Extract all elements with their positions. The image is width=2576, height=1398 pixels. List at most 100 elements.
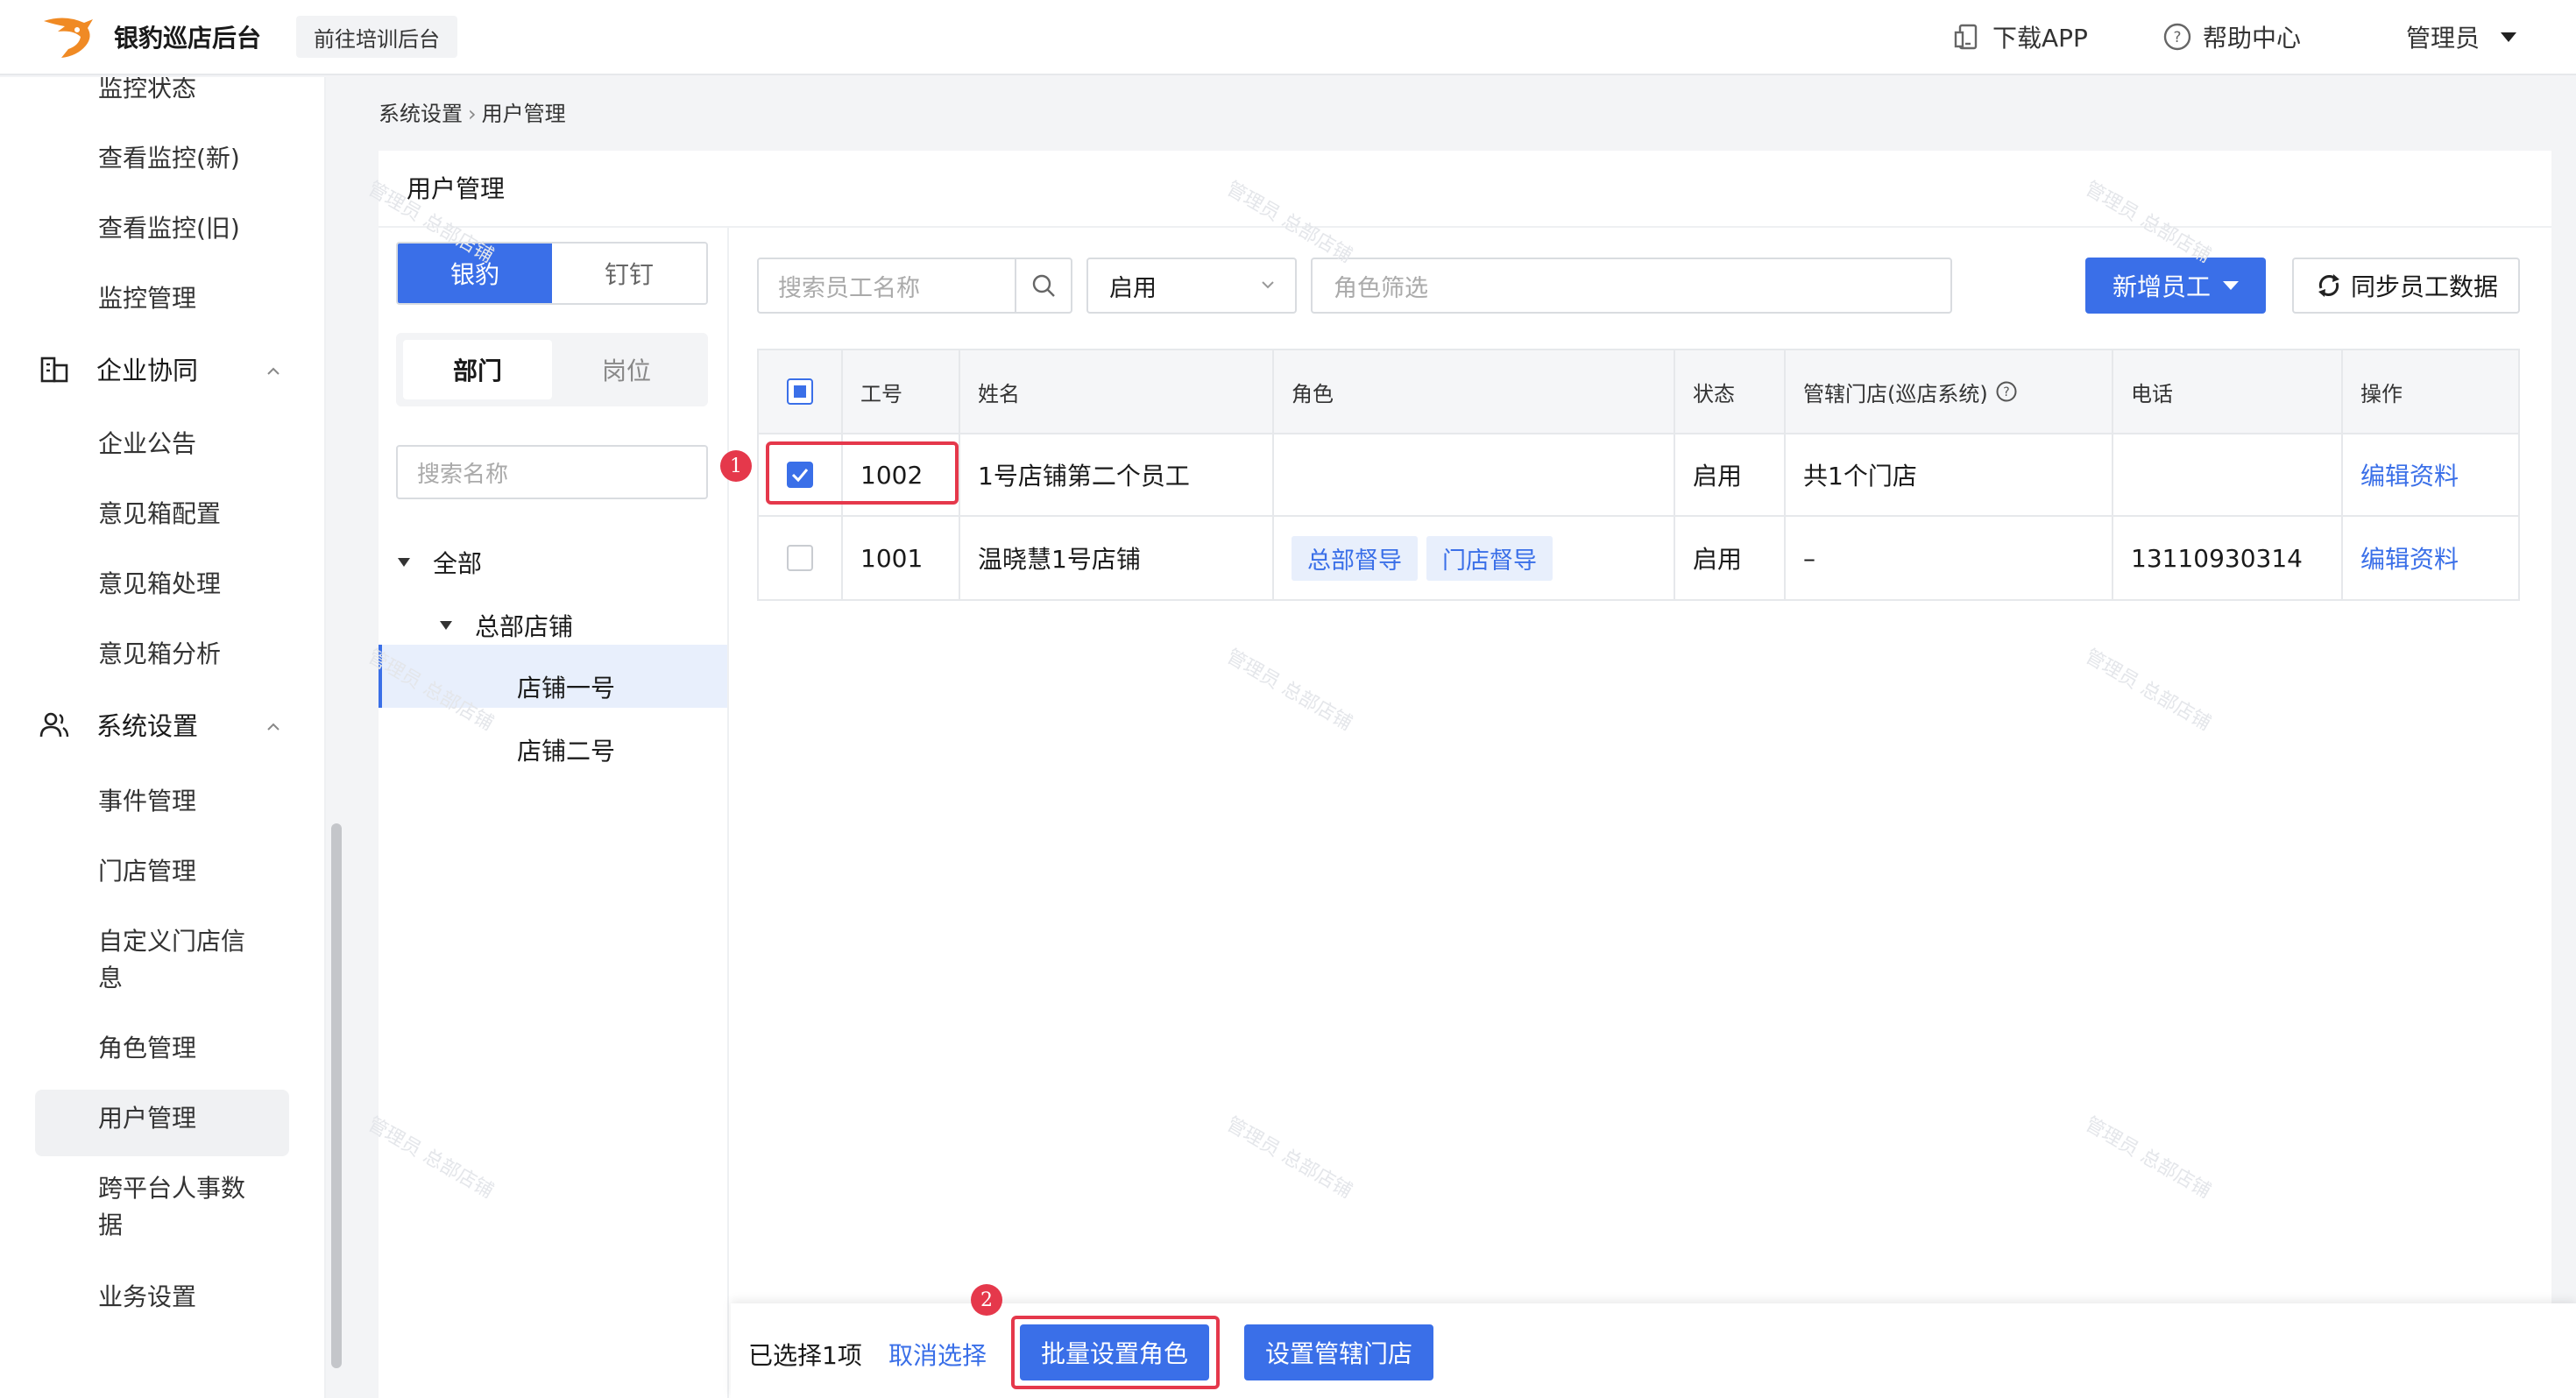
table-row: 1001 温晓慧1号店铺 总部督导 门店督导 启用 – 13110930314 … xyxy=(759,517,2518,599)
column-header-stores: 管辖门店(巡店系统) ? xyxy=(1786,350,2113,433)
caret-down-icon xyxy=(398,558,410,567)
column-header: 电话 xyxy=(2113,350,2343,433)
staff-id: 1001 xyxy=(843,517,960,599)
user-name: 管理员 xyxy=(2406,24,2480,53)
staff-roles: 总部督导 门店督导 xyxy=(1274,517,1675,599)
tree-node-store1[interactable]: 店铺一号 xyxy=(517,669,615,704)
staff-stores: 共1个门店 xyxy=(1786,434,2113,515)
chevron-up-icon[interactable] xyxy=(265,363,282,380)
bulk-action-bar: 已选择1项 取消选择 批量设置角色 设置管辖门店 2 xyxy=(731,1284,2576,1398)
staff-stores: – xyxy=(1786,517,2113,599)
column-header: 姓名 xyxy=(960,350,1274,433)
breadcrumb-separator: › xyxy=(468,102,477,126)
caret-down-icon xyxy=(2223,281,2239,290)
svg-text:?: ? xyxy=(2003,385,2009,399)
sync-icon xyxy=(2318,274,2339,297)
svg-text:?: ? xyxy=(2173,29,2181,46)
table-row: 1002 1号店铺第二个员工 启用 共1个门店 编辑资料 xyxy=(759,434,2518,517)
brand-name: 银豹巡店后台 xyxy=(114,24,262,53)
source-switch: 银豹 钉钉 xyxy=(396,242,708,305)
help-center-link[interactable]: ? 帮助中心 xyxy=(2162,19,2301,54)
breadcrumb-current: 用户管理 xyxy=(481,102,566,126)
sidebar-item-custom-store-info[interactable]: 自定义门店信息 xyxy=(98,923,265,997)
sidebar-group-collab-label: 企业协同 xyxy=(96,356,199,385)
table-header: 工号 姓名 角色 状态 管辖门店(巡店系统) ? 电话 操作 xyxy=(759,350,2518,434)
breadcrumb-parent[interactable]: 系统设置 xyxy=(379,102,463,126)
sidebar-item-user-manage[interactable]: 用户管理 xyxy=(98,1100,196,1137)
help-circle-icon: ? xyxy=(2163,23,2191,51)
sidebar-item-role-manage[interactable]: 角色管理 xyxy=(98,1030,196,1067)
top-header: 银豹巡店后台 前往培训后台 下载APP ? 帮助中心 管理员 xyxy=(0,0,2576,75)
row-checkbox[interactable] xyxy=(787,545,813,571)
sidebar-item-store-manage[interactable]: 门店管理 xyxy=(98,853,196,890)
building-icon xyxy=(40,357,68,383)
column-header: 操作 xyxy=(2360,381,2403,406)
caret-down-icon xyxy=(2501,32,2517,42)
sidebar-item-event-manage[interactable]: 事件管理 xyxy=(98,783,196,820)
main-card: 用户管理 银豹 钉钉 部门 岗位 搜索名称 全部 总部店铺 店铺一号 店铺二号 … xyxy=(379,151,2551,1398)
dept-post-tabs: 部门 岗位 xyxy=(396,333,708,406)
sidebar-item-view-monitor-new[interactable]: 查看监控(新) xyxy=(98,140,240,177)
annotation-highlight-1 xyxy=(766,441,959,505)
staff-search-input[interactable]: 搜索员工名称 xyxy=(759,259,1015,312)
sidebar-item-monitor-status[interactable]: 监控状态 xyxy=(98,77,196,107)
sidebar-item-announcement[interactable]: 企业公告 xyxy=(98,426,196,462)
tab-department[interactable]: 部门 xyxy=(403,340,552,399)
staff-phone: 13110930314 xyxy=(2113,517,2343,599)
search-button[interactable] xyxy=(1015,259,1071,312)
role-filter-input[interactable]: 角色筛选 xyxy=(1311,258,1952,314)
sidebar-item-suggestion-config[interactable]: 意见箱配置 xyxy=(98,496,221,533)
sidebar-scrollbar[interactable] xyxy=(331,823,342,1368)
tab-post[interactable]: 岗位 xyxy=(552,340,701,399)
sidebar-group-collab[interactable]: 企业协同 xyxy=(39,350,198,387)
sidebar: 监控状态 查看监控(新) 查看监控(旧) 监控管理 企业协同 企业公告 意见箱配… xyxy=(0,77,326,1398)
column-header: 工号 xyxy=(843,350,960,433)
caret-down-icon xyxy=(440,621,452,630)
cancel-selection-link[interactable]: 取消选择 xyxy=(888,1337,987,1372)
source-dingtalk-tab[interactable]: 钉钉 xyxy=(552,244,706,303)
sidebar-item-suggestion-analysis[interactable]: 意见箱分析 xyxy=(98,636,221,673)
edit-profile-label: 编辑资料 xyxy=(2360,462,2459,491)
sidebar-group-settings[interactable]: 系统设置 xyxy=(39,706,198,743)
brand-logo-icon xyxy=(44,18,93,59)
column-header: 状态 xyxy=(1675,350,1786,433)
help-circle-icon[interactable]: ? xyxy=(1995,380,2018,403)
tree-node-label: 全部 xyxy=(433,549,483,578)
phone-icon xyxy=(1954,24,1978,50)
staff-phone xyxy=(2113,434,2343,515)
column-header: 角色 xyxy=(1274,350,1675,433)
set-managed-stores-button[interactable]: 设置管辖门店 xyxy=(1244,1324,1433,1380)
sidebar-item-suggestion-handle[interactable]: 意见箱处理 xyxy=(98,566,221,603)
breadcrumb: 系统设置 › 用户管理 xyxy=(379,96,566,127)
download-app-link[interactable]: 下载APP xyxy=(1952,19,2088,54)
sidebar-item-monitor-manage[interactable]: 监控管理 xyxy=(98,280,196,317)
staff-roles xyxy=(1274,434,1675,515)
training-backend-button[interactable]: 前往培训后台 xyxy=(296,16,457,58)
select-all-checkbox[interactable] xyxy=(787,378,813,405)
status-select[interactable]: 启用 xyxy=(1086,258,1297,314)
source-yinbao-tab[interactable]: 银豹 xyxy=(398,244,552,303)
tree-node-store2[interactable]: 店铺二号 xyxy=(517,732,615,767)
sidebar-item-view-monitor-old[interactable]: 查看监控(旧) xyxy=(98,210,240,247)
users-icon xyxy=(39,712,69,738)
annotation-badge-2: 2 xyxy=(971,1284,1002,1316)
tree-node-hq[interactable]: 总部店铺 xyxy=(440,608,573,643)
edit-profile-link[interactable]: 编辑资料 xyxy=(2343,434,2522,515)
sidebar-item-cross-platform-hr[interactable]: 跨平台人事数据 xyxy=(98,1170,265,1244)
chevron-up-icon[interactable] xyxy=(265,718,282,736)
annotation-highlight-2 xyxy=(1011,1316,1220,1389)
edit-profile-link[interactable]: 编辑资料 xyxy=(2343,517,2522,599)
dept-search-input[interactable]: 搜索名称 xyxy=(396,445,708,499)
status-select-value: 启用 xyxy=(1109,274,1157,302)
sidebar-item-business-settings[interactable]: 业务设置 xyxy=(98,1279,196,1316)
row-select-cell xyxy=(759,517,843,599)
sync-staff-button[interactable]: 同步员工数据 xyxy=(2292,258,2520,314)
staff-status: 启用 xyxy=(1675,517,1786,599)
annotation-badge-1: 1 xyxy=(720,450,752,482)
user-menu[interactable]: 管理员 xyxy=(2406,19,2517,54)
add-staff-button[interactable]: 新增员工 xyxy=(2085,258,2266,314)
download-app-label: 下载APP xyxy=(1992,24,2088,53)
tree-node-all[interactable]: 全部 xyxy=(398,545,482,580)
chevron-down-icon xyxy=(1262,281,1274,289)
staff-name: 1号店铺第二个员工 xyxy=(960,434,1274,515)
